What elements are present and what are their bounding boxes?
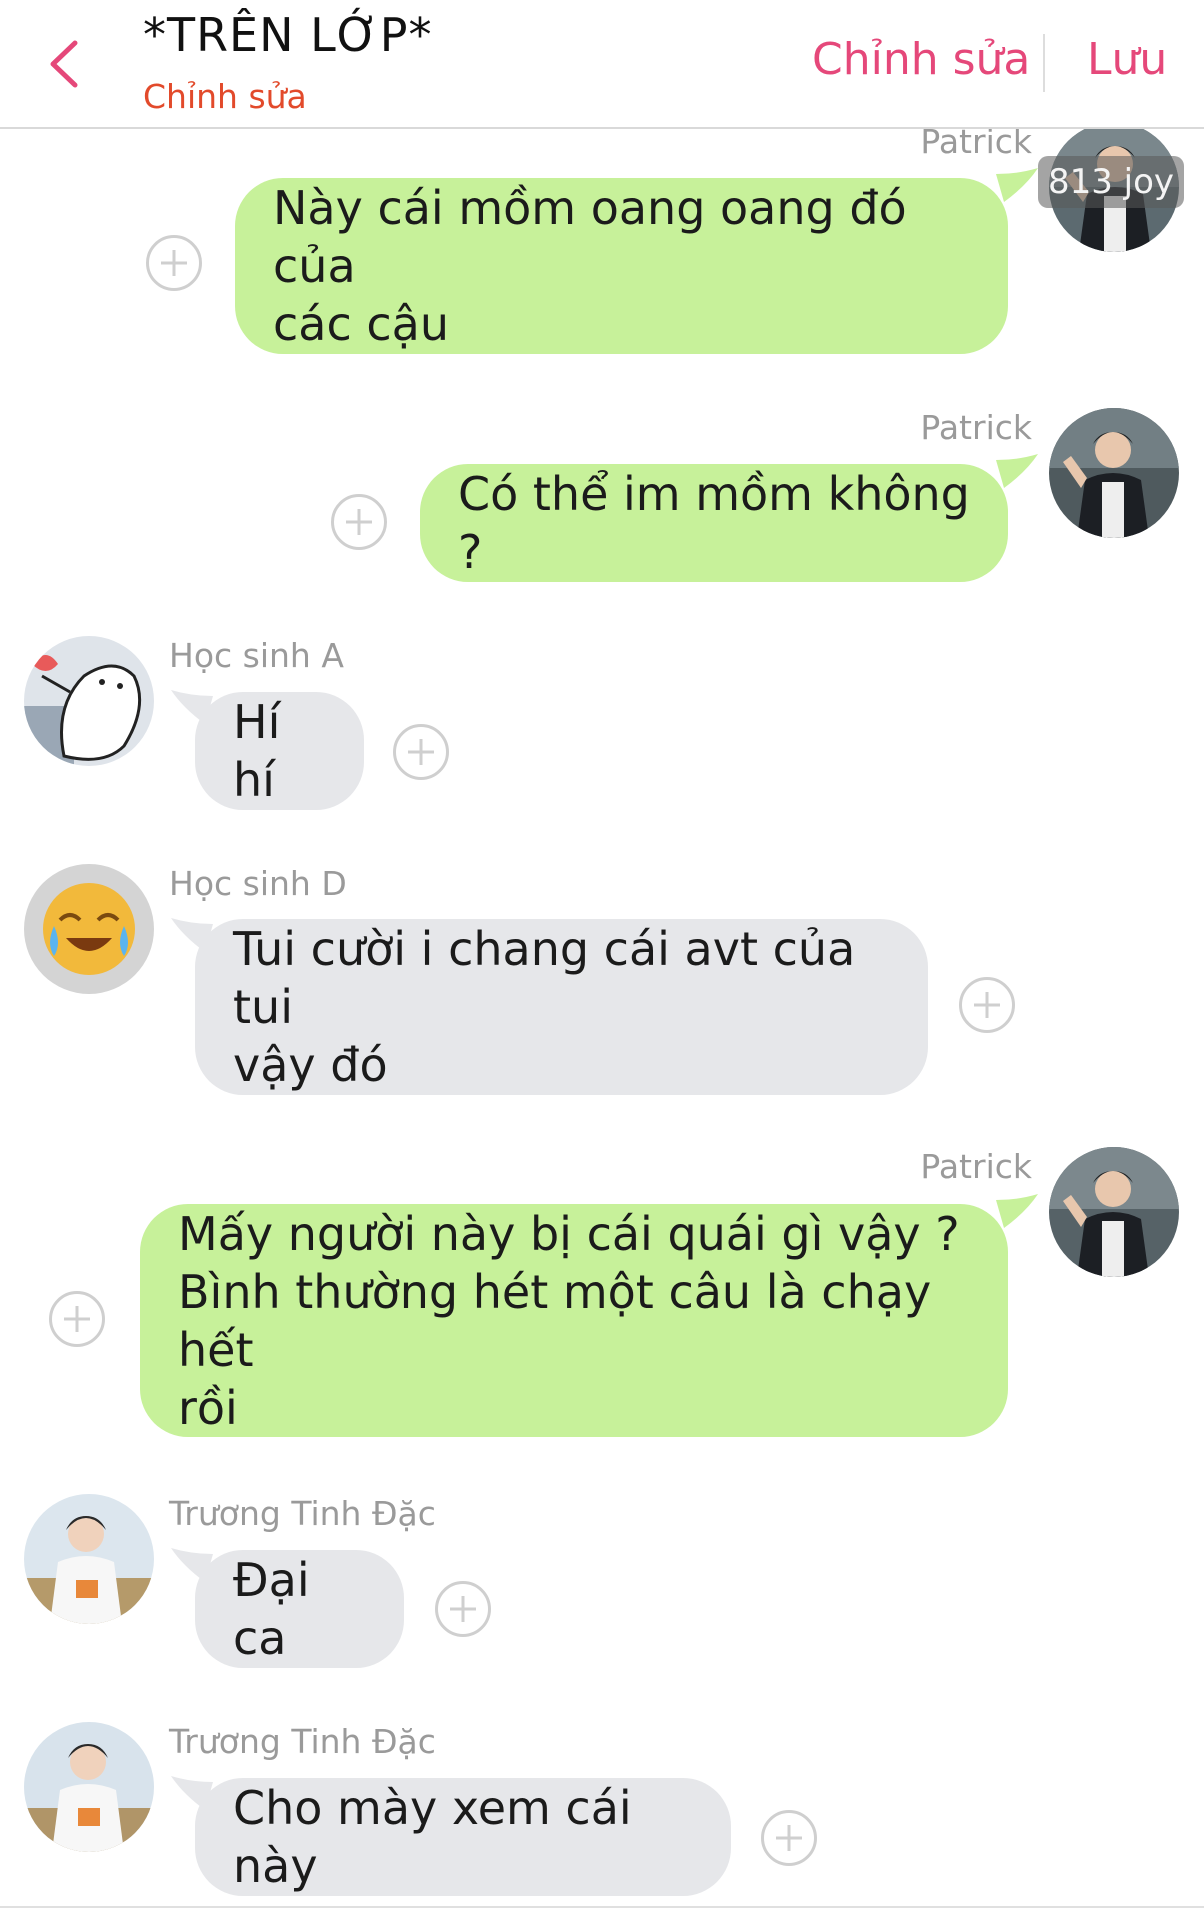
message-bubble[interactable]: Cho mày xem cái này — [195, 1778, 731, 1896]
message-text: Có thể im mồm không ? — [458, 467, 970, 579]
message-bubble[interactable]: Này cái mồm oang oang đó của các cậu — [235, 178, 1008, 354]
header-divider — [1043, 34, 1045, 92]
message-bubble[interactable]: Tui cười i chang cái avt của tui vậy đó — [195, 919, 928, 1095]
message-text: Hí hí — [233, 695, 281, 807]
avatar-hoc-sinh-a[interactable] — [24, 636, 154, 766]
bottom-divider — [0, 1906, 1204, 1908]
avatar-patrick[interactable] — [1049, 1147, 1179, 1277]
message-text: Cho mày xem cái này — [233, 1781, 632, 1893]
chat-subtitle: Chỉnh sửa — [143, 77, 307, 116]
add-reaction-button[interactable] — [49, 1291, 105, 1347]
avatar-truong-tinh-dac[interactable] — [24, 1722, 154, 1852]
add-reaction-button[interactable] — [331, 494, 387, 550]
back-button[interactable] — [44, 36, 84, 92]
sender-name: Trương Tinh Đặc — [169, 1494, 436, 1533]
sender-name: Học sinh A — [169, 636, 344, 675]
sender-name: Học sinh D — [169, 864, 347, 903]
bubble-tail — [996, 168, 1038, 202]
bubble-tail — [996, 1194, 1038, 1228]
message-bubble[interactable]: Đại ca — [195, 1550, 404, 1668]
sender-name: Patrick — [920, 408, 1032, 447]
message-text: Mấy người này bị cái quái gì vậy ? Bình … — [178, 1206, 960, 1435]
sender-name: Trương Tinh Đặc — [169, 1722, 436, 1761]
message-bubble[interactable]: Có thể im mồm không ? — [420, 464, 1008, 582]
edit-button[interactable]: Chỉnh sửa — [812, 34, 1030, 85]
chat-header: *TRÊN LỚP* Chỉnh sửa Chỉnh sửa Lưu — [0, 0, 1204, 129]
watermark-label: 813 joy — [1038, 156, 1184, 208]
add-reaction-button[interactable] — [761, 1810, 817, 1866]
message-bubble[interactable]: Mấy người này bị cái quái gì vậy ? Bình … — [140, 1204, 1008, 1437]
bubble-tail — [996, 454, 1038, 488]
add-reaction-button[interactable] — [146, 235, 202, 291]
avatar-truong-tinh-dac[interactable] — [24, 1494, 154, 1624]
message-text: Đại ca — [233, 1553, 310, 1665]
sender-name: Patrick — [920, 1147, 1032, 1186]
add-reaction-button[interactable] — [435, 1581, 491, 1637]
message-bubble[interactable]: Hí hí — [195, 692, 364, 810]
save-button[interactable]: Lưu — [1087, 34, 1167, 85]
chevron-left-icon — [50, 40, 78, 88]
avatar-patrick[interactable] — [1049, 408, 1179, 538]
add-reaction-button[interactable] — [959, 977, 1015, 1033]
chat-title: *TRÊN LỚP* — [143, 8, 433, 62]
message-text: Này cái mồm oang oang đó của các cậu — [273, 181, 907, 351]
add-reaction-button[interactable] — [393, 724, 449, 780]
avatar-hoc-sinh-d[interactable] — [24, 864, 154, 994]
message-text: Tui cười i chang cái avt của tui vậy đó — [233, 922, 856, 1092]
